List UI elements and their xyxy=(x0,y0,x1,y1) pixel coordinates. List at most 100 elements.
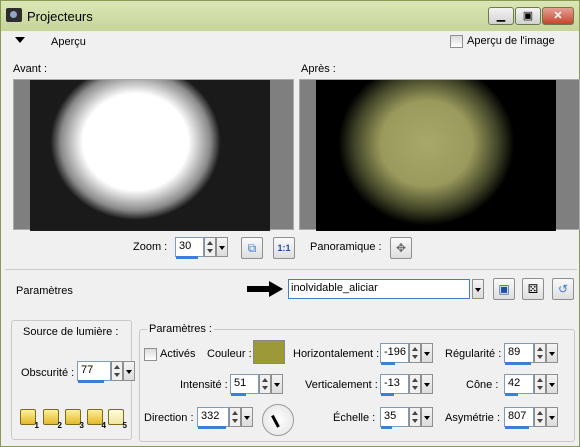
verticalement-bar xyxy=(381,393,394,396)
before-image xyxy=(30,80,270,231)
close-button[interactable]: ✕ xyxy=(542,7,574,25)
couleur-label: Couleur : xyxy=(207,348,252,360)
arrow-right-icon xyxy=(247,281,283,297)
maximize-button[interactable]: ▣ xyxy=(515,7,541,25)
verticalement-input[interactable]: -13 xyxy=(380,374,409,396)
intensite-label: Intensité : xyxy=(180,379,228,391)
verticalement-spinner[interactable] xyxy=(409,374,421,394)
regularite-spinner[interactable] xyxy=(534,343,546,363)
zoom-fit-button[interactable]: ⧉ xyxy=(241,237,263,259)
minimize-button[interactable]: ▁ xyxy=(488,7,514,25)
zoom-value: 30 xyxy=(179,240,192,252)
direction-dropdown[interactable] xyxy=(241,407,253,427)
reset-button[interactable]: ↺ xyxy=(552,278,574,300)
cone-spinner[interactable] xyxy=(534,374,546,394)
zoom-actual-button[interactable]: 1:1 xyxy=(273,237,295,259)
pan-button[interactable]: ✥ xyxy=(390,237,412,259)
save-preset-button[interactable]: ▣ xyxy=(493,278,515,300)
app-icon xyxy=(6,8,22,22)
apercu-menu[interactable]: Aperçu xyxy=(51,36,86,48)
maximize-icon: ▣ xyxy=(522,10,534,22)
light-preset-2[interactable]: 2 xyxy=(42,407,62,430)
intensite-bar xyxy=(231,393,246,396)
zoom-input[interactable]: 30 xyxy=(175,237,204,259)
before-preview[interactable] xyxy=(13,79,294,231)
light-preset-1[interactable]: 1 xyxy=(19,407,39,430)
save-icon: ▣ xyxy=(498,282,510,296)
preset-select[interactable]: inolvidable_aliciar xyxy=(288,279,470,299)
zoom-dropdown[interactable] xyxy=(216,237,228,257)
parametres-label: Paramètres xyxy=(16,285,73,297)
obscurite-bar xyxy=(78,380,104,383)
chevron-down-icon[interactable] xyxy=(15,37,25,43)
title-bar[interactable]: Projecteurs ▁ ▣ ✕ xyxy=(1,1,579,31)
activer-checkbox[interactable] xyxy=(144,348,157,361)
horizontalement-dropdown[interactable] xyxy=(421,343,433,363)
horizontalement-label: Horizontalement : xyxy=(293,348,380,360)
after-image xyxy=(316,80,556,231)
light-preset-4[interactable]: 4 xyxy=(86,407,106,430)
intensite-input[interactable]: 51 xyxy=(230,374,259,396)
preset-num: 2 xyxy=(57,421,62,430)
echelle-dropdown[interactable] xyxy=(421,407,433,427)
echelle-spinner[interactable] xyxy=(409,407,421,427)
preset-value: inolvidable_aliciar xyxy=(291,282,378,294)
obscurite-input[interactable]: 77 xyxy=(77,361,111,383)
intensite-dropdown[interactable] xyxy=(271,374,283,394)
dial-needle-icon xyxy=(271,414,280,428)
random-button[interactable]: ⚄ xyxy=(522,278,544,300)
close-icon: ✕ xyxy=(553,10,563,22)
cone-dropdown[interactable] xyxy=(546,374,558,394)
window-title: Projecteurs xyxy=(27,9,93,24)
zoom-spinner[interactable] xyxy=(204,237,216,257)
apres-label: Après : xyxy=(301,63,336,75)
intensite-spinner[interactable] xyxy=(259,374,271,394)
direction-value: 332 xyxy=(201,410,220,422)
light-preset-3[interactable]: 3 xyxy=(64,407,84,430)
regularite-bar xyxy=(505,362,531,365)
source-title: Source de lumière : xyxy=(23,326,119,338)
verticalement-dropdown[interactable] xyxy=(421,374,433,394)
echelle-label: Échelle : xyxy=(333,412,376,424)
asymetrie-dropdown[interactable] xyxy=(546,407,558,427)
verticalement-label: Verticalement : xyxy=(305,379,378,391)
cone-label: Cône : xyxy=(466,379,499,391)
regularite-value: 89 xyxy=(508,346,521,358)
activer-label: Activés xyxy=(160,348,196,360)
cone-input[interactable]: 42 xyxy=(504,374,534,396)
obscurite-value: 77 xyxy=(81,364,94,376)
direction-bar xyxy=(198,426,226,429)
direction-input[interactable]: 332 xyxy=(197,407,229,429)
echelle-bar xyxy=(381,426,392,429)
echelle-value: 35 xyxy=(384,410,397,422)
horizontalement-input[interactable]: -196 xyxy=(380,343,409,365)
light-preset-5[interactable]: 5 xyxy=(107,407,127,430)
direction-dial[interactable] xyxy=(262,404,294,436)
horizontalement-spinner[interactable] xyxy=(409,343,421,363)
dice-icon: ⚄ xyxy=(527,282,539,296)
apercu-image-checkbox[interactable] xyxy=(450,35,463,48)
zoom-label: Zoom : xyxy=(133,241,168,253)
obscurite-dropdown[interactable] xyxy=(123,361,135,381)
preset-num: 4 xyxy=(101,421,106,430)
regularite-input[interactable]: 89 xyxy=(504,343,534,365)
asymetrie-spinner[interactable] xyxy=(534,407,546,427)
couleur-swatch[interactable] xyxy=(253,340,285,364)
preset-num: 1 xyxy=(34,421,39,430)
obscurite-spinner[interactable] xyxy=(111,361,123,381)
direction-label: Direction : xyxy=(144,412,194,424)
echelle-input[interactable]: 35 xyxy=(380,407,409,429)
asymetrie-bar xyxy=(505,426,529,429)
preset-num: 5 xyxy=(122,421,127,430)
move-icon: ✥ xyxy=(395,241,407,255)
zoom-bar xyxy=(176,256,198,259)
asymetrie-input[interactable]: 807 xyxy=(504,407,534,429)
cone-bar xyxy=(505,393,518,396)
direction-spinner[interactable] xyxy=(229,407,241,427)
asymetrie-label: Asymétrie : xyxy=(445,412,501,424)
projecteurs-dialog: Projecteurs ▁ ▣ ✕ Aperçu Aperçu de l'ima… xyxy=(0,0,580,447)
verticalement-value: -13 xyxy=(384,377,400,389)
regularite-dropdown[interactable] xyxy=(546,343,558,363)
after-preview[interactable] xyxy=(299,79,580,231)
preset-dropdown[interactable] xyxy=(472,279,484,299)
